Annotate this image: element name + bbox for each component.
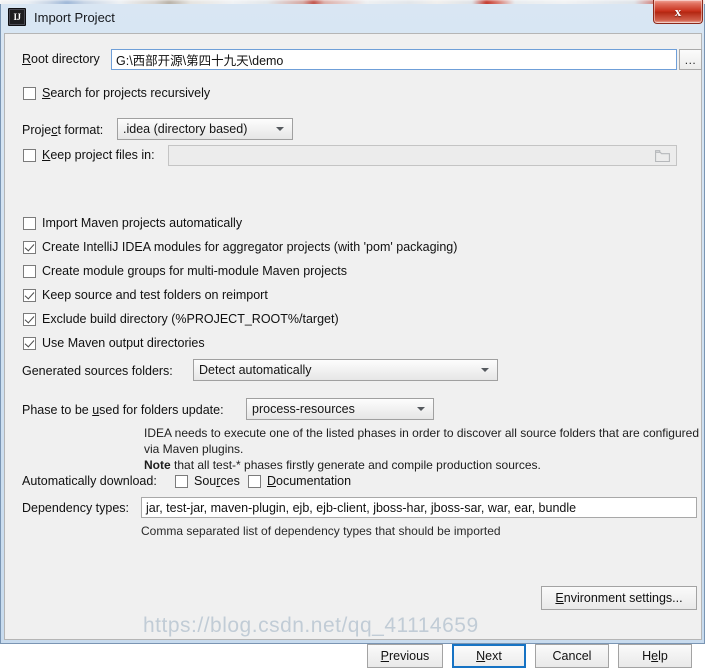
note-line-2: Note that all test-* phases firstly gene… [144, 457, 700, 473]
environment-settings-label: Environment settings... [555, 591, 683, 605]
option-exclude-build-directory[interactable]: Exclude build directory (%PROJECT_ROOT%/… [23, 312, 339, 326]
note-line-2-rest: that all test-* phases firstly generate … [170, 458, 541, 472]
checkbox-box-icon [175, 474, 188, 488]
chevron-down-icon [417, 407, 425, 411]
next-label: Next [476, 649, 502, 663]
download-documentation-checkbox[interactable]: Documentation [248, 474, 351, 488]
keep-project-files-input[interactable] [168, 145, 677, 166]
option-label: Use Maven output directories [42, 336, 205, 350]
intellij-idea-logo-icon: IJ [8, 8, 26, 26]
project-format-value: .idea (directory based) [123, 122, 248, 136]
generated-sources-value: Detect automatically [199, 363, 312, 377]
checkbox-box-icon [23, 216, 36, 230]
generated-sources-row: Generated sources folders: [22, 364, 173, 378]
auto-download-label: Automatically download: [22, 474, 157, 488]
next-button[interactable]: Next [452, 644, 526, 668]
download-sources-label: Sources [194, 474, 240, 488]
phase-label: Phase to be used for folders update: [22, 403, 224, 417]
option-create-idea-modules-aggregator[interactable]: Create IntelliJ IDEA modules for aggrega… [23, 240, 457, 254]
download-sources-checkbox[interactable]: Sources [175, 474, 240, 488]
cancel-label: Cancel [552, 649, 592, 663]
folder-icon [655, 149, 670, 162]
project-format-row: Project format: [22, 123, 103, 137]
search-recursively-label: Search for projects recursively [42, 86, 211, 100]
previous-button[interactable]: Previous [367, 644, 443, 668]
option-label: Exclude build directory (%PROJECT_ROOT%/… [42, 312, 339, 326]
help-label: Help [642, 649, 668, 663]
option-label: Create module groups for multi-module Ma… [42, 264, 347, 278]
phase-value: process-resources [252, 402, 355, 416]
option-use-maven-output-directories[interactable]: Use Maven output directories [23, 336, 205, 350]
checkbox-box-icon [23, 264, 36, 278]
environment-settings-button[interactable]: Environment settings... [541, 586, 697, 610]
option-label: Create IntelliJ IDEA modules for aggrega… [42, 240, 458, 254]
download-documentation-label: Documentation [267, 474, 352, 488]
root-directory-row: Root directory [22, 52, 100, 66]
dependency-types-hint: Comma separated list of dependency types… [141, 524, 501, 538]
note-line-1: IDEA needs to execute one of the listed … [144, 426, 699, 456]
root-directory-value: G:\西部开源\第四十九天\demo [116, 54, 284, 68]
dependency-types-label: Dependency types: [22, 501, 130, 515]
checkbox-box-icon [23, 336, 36, 350]
phase-combo[interactable]: process-resources [246, 398, 434, 420]
chevron-down-icon [276, 127, 284, 131]
option-import-maven-automatically[interactable]: Import Maven projects automatically [23, 216, 242, 230]
checkbox-box-icon [23, 86, 36, 100]
note-bold-prefix: Note [144, 458, 171, 472]
checkbox-box-icon [23, 312, 36, 326]
chevron-down-icon [481, 368, 489, 372]
close-icon: x [674, 3, 682, 19]
import-project-dialog: IJ Import Project x Root directory G:\西部… [0, 0, 705, 668]
auto-download-row: Automatically download: [22, 474, 157, 488]
dialog-content-panel: Root directory G:\西部开源\第四十九天\demo ... Se… [4, 33, 702, 668]
option-create-module-groups[interactable]: Create module groups for multi-module Ma… [23, 264, 347, 278]
dependency-types-row: Dependency types: [22, 501, 129, 515]
ellipsis-icon: ... [684, 53, 697, 67]
root-directory-label: Root directory [22, 52, 100, 66]
window-title: Import Project [34, 9, 115, 25]
checkbox-box-icon [23, 288, 36, 302]
close-button[interactable]: x [653, 0, 703, 24]
root-directory-browse-button[interactable]: ... [679, 49, 702, 70]
help-button[interactable]: Help [618, 644, 692, 668]
option-label: Keep source and test folders on reimport [42, 288, 268, 302]
dependency-types-value: jar, test-jar, maven-plugin, ejb, ejb-cl… [146, 500, 577, 515]
phase-row: Phase to be used for folders update: [22, 403, 224, 417]
checkbox-box-icon [23, 240, 36, 254]
generated-sources-label: Generated sources folders: [22, 364, 173, 378]
project-format-combo[interactable]: .idea (directory based) [117, 118, 293, 140]
root-directory-input[interactable]: G:\西部开源\第四十九天\demo [111, 49, 677, 70]
phase-note-text: IDEA needs to execute one of the listed … [144, 425, 700, 473]
option-label: Import Maven projects automatically [42, 216, 243, 230]
search-recursively-checkbox[interactable]: Search for projects recursively [23, 86, 210, 100]
title-bar: IJ Import Project x [1, 0, 704, 30]
cancel-button[interactable]: Cancel [535, 644, 609, 668]
project-format-label: Project format: [22, 123, 104, 137]
option-keep-source-test-folders[interactable]: Keep source and test folders on reimport [23, 288, 268, 302]
keep-project-files-label: Keep project files in: [42, 148, 155, 162]
checkbox-box-icon [248, 474, 261, 488]
dependency-types-input[interactable]: jar, test-jar, maven-plugin, ejb, ejb-cl… [141, 497, 697, 518]
generated-sources-combo[interactable]: Detect automatically [193, 359, 498, 381]
checkbox-box-icon [23, 148, 36, 162]
keep-project-files-checkbox[interactable]: Keep project files in: [23, 148, 155, 162]
previous-label: Previous [380, 649, 430, 663]
